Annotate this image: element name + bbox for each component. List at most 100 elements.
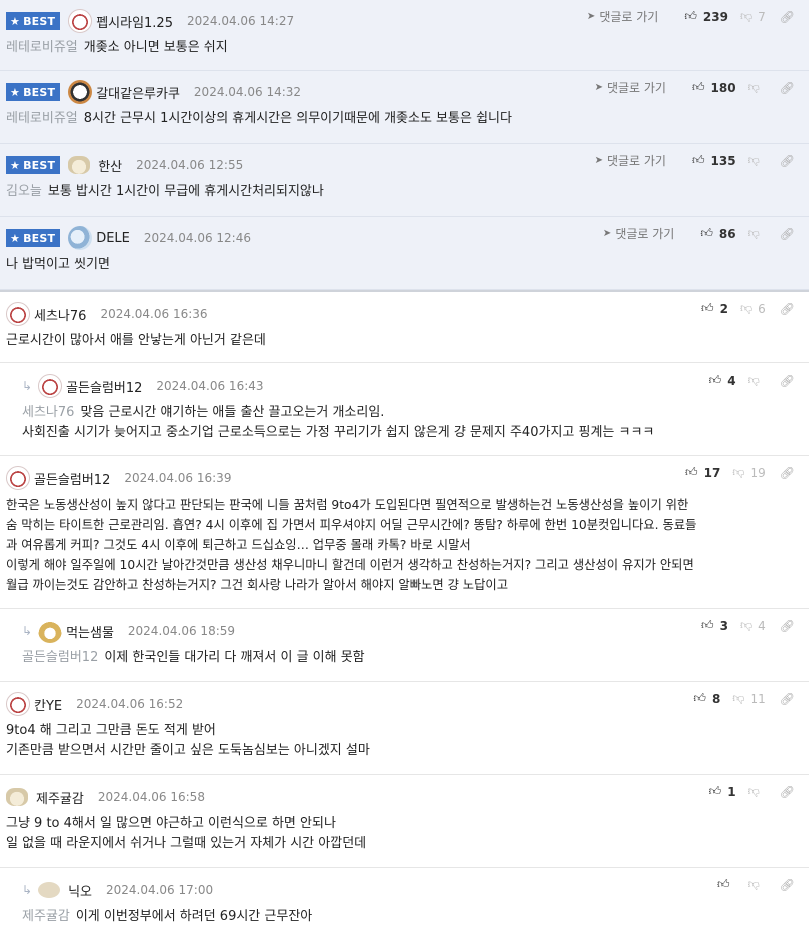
link-icon[interactable]: 🔗︎ [780,81,795,95]
upvote-button[interactable]: 👍︎ 2 [701,301,728,316]
upvote-button[interactable]: 👍︎ 86 [700,226,735,241]
arrow-icon: ➤ [586,11,596,22]
thumbs-down-icon: 👎︎ [747,784,760,798]
mention[interactable]: 제주귤감 [22,909,70,924]
downvote-button[interactable]: 👎︎ [748,226,766,241]
thumbs-up-icon: 👍︎ [708,784,722,798]
best-comment: ★ BEST 갈대같은루카쿠 2024.04.06 14:32 ➤ 댓글로 가기 👍… [0,71,809,144]
link-icon[interactable]: 🔗︎ [780,878,795,892]
comment-date: 2024.04.06 18:59 [127,624,236,638]
reply-arrow-icon: ↳ [22,379,33,393]
comment: 칸YE 2024.04.06 16:52 👍︎ 8 👎︎ 11 🔗︎ 9to4 해 … [0,682,809,775]
avatar[interactable] [38,882,61,898]
downvote-button[interactable]: 👎︎ 19 [732,465,765,480]
go-to-comment-link[interactable]: ➤ 댓글로 가기 [595,152,666,169]
thumbs-down-icon: 👎︎ [732,465,745,479]
nickname[interactable]: 먹는샘물 [66,622,114,641]
downvote-button[interactable]: 👎︎ [748,153,766,168]
link-icon[interactable]: 🔗︎ [780,466,795,480]
avatar[interactable] [38,619,63,643]
comment-date: 2024.04.06 12:55 [136,158,244,172]
upvote-button[interactable]: 👍︎ 17 [685,465,720,480]
avatar[interactable] [68,9,93,33]
downvote-button[interactable]: 👎︎ 6 [740,301,766,316]
go-to-comment-link[interactable]: ➤ 댓글로 가기 [603,225,674,242]
downvote-button[interactable]: 👎︎ 4 [740,618,766,633]
comment-body: 맞음 근로시간 얘기하는 애들 출산 끌고오는거 개소리임. [80,405,385,420]
downvote-button[interactable]: 👎︎ 11 [732,691,765,706]
upvote-button[interactable]: 👍︎ 239 [684,9,728,24]
nickname[interactable]: 칸YE [34,695,62,714]
upvote-button[interactable]: 👍︎ 135 [692,153,736,168]
nickname[interactable]: 닉오 [68,881,92,900]
thumbs-up-icon: 👍︎ [685,465,698,479]
comment-date: 2024.04.06 16:36 [100,307,208,321]
reply-arrow-icon: ↳ [22,624,33,638]
mention[interactable]: 레테로비쥬얼 [6,111,78,126]
thumbs-up-icon: 👍︎ [701,301,714,315]
thumbs-up-icon: 👍︎ [693,691,706,705]
mention[interactable]: 세츠나76 [22,405,74,420]
star-icon: ★ [10,231,21,245]
nickname[interactable]: 펩시라임1.25 [96,12,173,31]
link-icon[interactable]: 🔗︎ [780,619,795,633]
comment-body-line: 기존만큼 받으면서 시간만 줄이고 싶은 도둑놈심보는 아니겠지 설마 [6,743,370,758]
comment: 제주귤감 2024.04.06 16:58 👍︎ 1 👎︎ 🔗︎ 그냥 9 to … [0,775,809,868]
avatar[interactable] [38,374,63,398]
comment-list: ★ BEST 펩시라임1.25 2024.04.06 14:27 ➤ 댓글로 가기 … [0,0,809,938]
nickname[interactable]: 갈대같은루카쿠 [96,83,180,102]
thumbs-down-icon: 👎︎ [739,301,753,315]
comment-body: 보통 밥시간 1시간이 무급에 휴게시간처리되지않나 [47,184,324,199]
upvote-button[interactable]: 👍︎ [717,877,736,892]
link-icon[interactable]: 🔗︎ [780,374,795,388]
avatar[interactable] [68,226,93,250]
upvote-button[interactable]: 👍︎ 180 [692,80,736,95]
comment-body: 개좆소 아니면 보통은 쉬지 [83,40,228,55]
downvote-button[interactable]: 👎︎ 7 [740,9,766,24]
comment-body: 8시간 근무시 1시간이상의 휴게시간은 의무이기때문에 개좆소도 보통은 쉽니… [83,111,512,126]
link-icon[interactable]: 🔗︎ [780,154,795,168]
go-to-comment-link[interactable]: ➤ 댓글로 가기 [587,8,658,25]
upvote-button[interactable]: 👍︎ 1 [709,784,736,799]
upvote-button[interactable]: 👍︎ 8 [693,691,720,706]
downvote-button[interactable]: 👎︎ [748,373,766,388]
downvote-button[interactable]: 👎︎ [748,784,766,799]
link-icon[interactable]: 🔗︎ [780,692,795,706]
avatar[interactable] [6,692,30,716]
link-icon[interactable]: 🔗︎ [780,785,795,799]
nickname[interactable]: 한산 [98,156,122,175]
link-icon[interactable]: 🔗︎ [780,302,795,316]
upvote-button[interactable]: 👍︎ 4 [709,373,736,388]
best-badge: ★ BEST [6,12,61,30]
link-icon[interactable]: 🔗︎ [780,227,795,241]
mention[interactable]: 골든슬럼버12 [22,650,98,665]
thumbs-down-icon: 👎︎ [747,153,760,167]
downvote-button[interactable]: 👎︎ [748,877,766,892]
avatar[interactable] [6,466,30,490]
avatar[interactable] [6,302,30,326]
star-icon: ★ [10,85,21,99]
nickname[interactable]: 세츠나76 [34,305,86,324]
nickname[interactable]: DELE [96,231,130,246]
mention[interactable]: 김오늘 [6,184,42,199]
link-icon[interactable]: 🔗︎ [780,10,795,24]
comment-body-line: 일 없을 때 라운지에서 쉬거나 그럴때 있는거 자체가 시간 아깝던데 [6,836,367,851]
avatar[interactable] [6,788,28,806]
reply-comment: ↳ 먹는샘물 2024.04.06 18:59 👍︎ 3 👎︎ 4 🔗︎ 골든슬럼버… [0,609,809,682]
go-to-comment-link[interactable]: ➤ 댓글로 가기 [595,79,666,96]
nickname[interactable]: 골든슬럼버12 [66,377,142,396]
comment: 골든슬럼버12 2024.04.06 16:39 👍︎ 17 👎︎ 19 🔗︎ 한국… [0,456,809,609]
comment-body: 그냥 9 to 4해서 일 많으면 야근하고 이런식으로 하면 안되나 [6,816,336,831]
best-comment: ★ BEST 펩시라임1.25 2024.04.06 14:27 ➤ 댓글로 가기 … [0,0,809,71]
comment-date: 2024.04.06 14:27 [186,14,295,28]
comment-body-line: 과 여유롭게 커피? 그것도 4시 이후에 퇴근하고 드십쇼잉… 업무중 몰래 … [6,538,471,552]
arrow-icon: ➤ [594,82,603,93]
thumbs-down-icon: 👎︎ [739,618,753,632]
nickname[interactable]: 골든슬럼버12 [34,469,110,488]
upvote-button[interactable]: 👍︎ 3 [701,618,728,633]
downvote-button[interactable]: 👎︎ [748,80,766,95]
nickname[interactable]: 제주귤감 [36,788,84,807]
avatar[interactable] [68,156,91,174]
mention[interactable]: 레테로비쥬얼 [6,40,78,55]
avatar[interactable] [68,80,93,104]
